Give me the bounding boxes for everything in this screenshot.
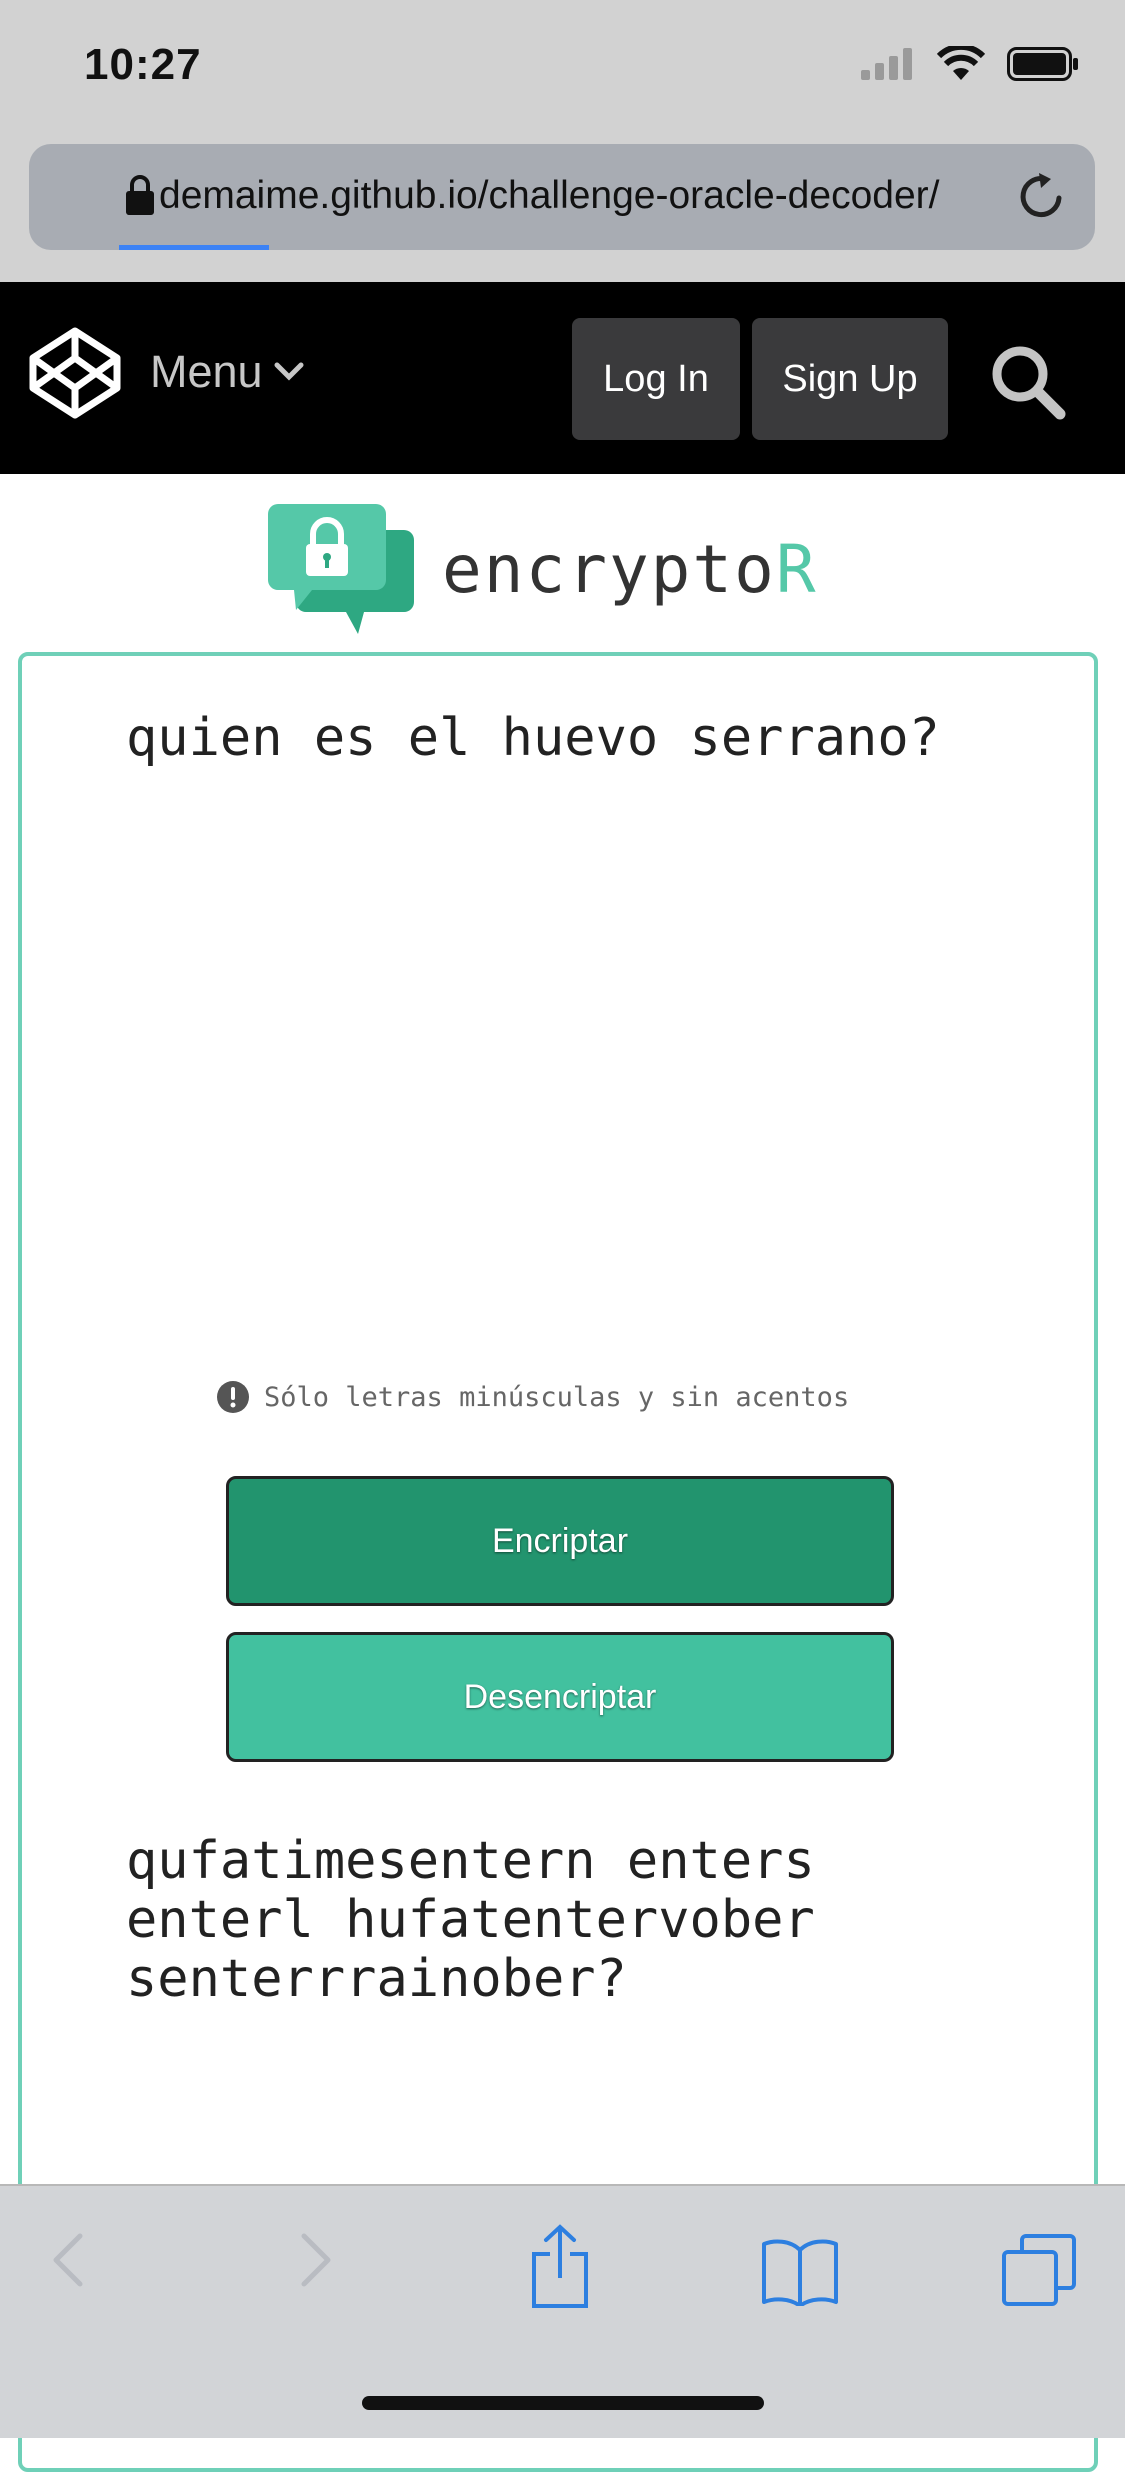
sign-up-button[interactable]: Sign Up — [752, 318, 948, 440]
lock-icon — [126, 175, 154, 215]
codepen-header: Menu Log In Sign Up — [0, 282, 1125, 474]
message-input[interactable]: quien es el huevo serrano? — [126, 708, 1026, 768]
page-load-progress — [119, 245, 269, 250]
codepen-logo-icon[interactable] — [28, 326, 122, 420]
tabs-icon[interactable] — [1000, 2232, 1078, 2308]
search-icon[interactable] — [988, 342, 1068, 422]
wifi-icon — [937, 46, 985, 80]
hint-text: Sólo letras minúsculas y sin acentos — [264, 1381, 850, 1413]
forward-icon[interactable] — [290, 2230, 340, 2290]
reload-icon[interactable] — [1015, 170, 1067, 222]
log-in-button[interactable]: Log In — [572, 318, 740, 440]
url-bar[interactable]: demaime.github.io/challenge-oracle-decod… — [29, 144, 1095, 250]
app-logo: encryptoR — [268, 504, 818, 634]
result-output: qufatimesentern enters enterl hufatenter… — [126, 1831, 815, 2009]
chat-lock-icon — [268, 504, 414, 634]
url-text[interactable]: demaime.github.io/challenge-oracle-decod… — [159, 174, 939, 218]
app-logo-text: encryptoR — [442, 531, 818, 608]
browser-chrome: 10:27 demaime.github.io/challenge-oracle… — [0, 0, 1125, 282]
bookmarks-icon[interactable] — [760, 2236, 840, 2306]
chevron-down-icon — [274, 362, 304, 381]
logo-text-main: encrypto — [442, 530, 776, 608]
battery-icon — [1007, 47, 1078, 81]
menu-label: Menu — [150, 346, 263, 397]
hint-row: Sólo letras minúsculas y sin acentos — [216, 1380, 849, 1414]
logo-text-accent: R — [775, 530, 818, 608]
share-icon[interactable] — [528, 2224, 592, 2310]
status-icons — [861, 46, 1079, 82]
cellular-signal-icon — [861, 48, 912, 80]
decrypt-button[interactable]: Desencriptar — [226, 1632, 894, 1762]
encrypt-button[interactable]: Encriptar — [226, 1476, 894, 1606]
back-icon[interactable] — [44, 2230, 94, 2290]
status-time: 10:27 — [84, 40, 202, 89]
home-indicator — [362, 2396, 764, 2410]
menu-dropdown[interactable]: Menu — [150, 346, 305, 398]
info-icon — [217, 1381, 249, 1413]
